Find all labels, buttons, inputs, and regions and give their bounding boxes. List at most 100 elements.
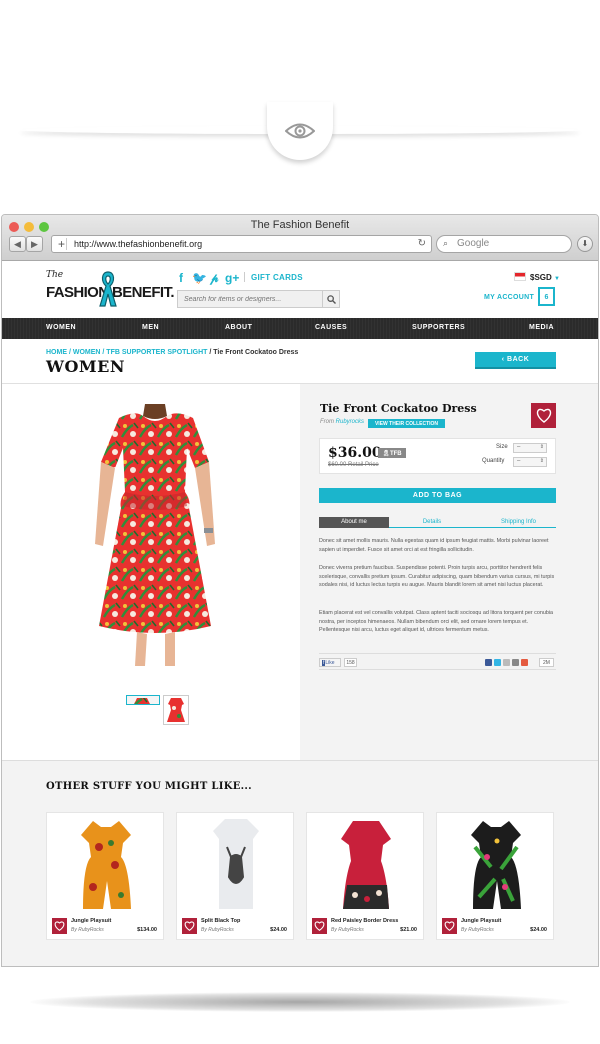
brand-logo[interactable] [531,403,556,428]
view-collection-button[interactable]: VIEW THEIR COLLECTION [368,419,445,428]
back-arrow-button[interactable]: ◀ [9,236,26,252]
related-product-card[interactable]: Jungle Playsuit By RubyRocks $24.00 [436,812,554,940]
brand-logo [182,918,197,934]
my-account-link[interactable]: MY ACCOUNT [484,294,534,301]
related-product-card[interactable]: Split Black Top By RubyRocks $24.00 [176,812,294,940]
dress-back-thumbnail-image [167,698,185,722]
heart-icon [444,921,455,931]
search-icon [326,294,336,304]
site-search [177,290,340,308]
product-brand-line: From Rubyrocks [320,419,364,425]
from-label: From [320,419,334,425]
tfb-badge: 🎗TFB [378,448,406,458]
size-select[interactable]: – ⇕ [513,443,547,453]
breadcrumb-women[interactable]: WOMEN [73,349,101,356]
browser-window: The Fashion Benefit ◀ ▶ + http://www.the… [1,214,599,967]
related-product-price: $134.00 [137,927,157,933]
breadcrumb-spotlight[interactable]: TFB SUPPORTER SPOTLIGHT [106,349,207,356]
nav-item-women[interactable]: WOMEN [46,324,76,331]
quantity-label: Quantity [482,458,505,464]
product-main-image[interactable] [85,404,225,666]
related-product-brand: By RubyRocks [201,927,234,933]
like-count: 158 [344,658,357,667]
shopping-bag-button[interactable]: 6 [538,287,555,306]
nav-item-supporters[interactable]: SUPPORTERS [412,324,465,331]
heart-icon [54,921,65,931]
forward-arrow-button[interactable]: ▶ [26,236,43,252]
heart-icon [184,921,195,931]
main-nav: WOMEN MEN ABOUT CAUSES SUPPORTERS MEDIA [2,318,598,339]
nav-item-causes[interactable]: CAUSES [315,324,347,331]
related-product-name: Jungle Playsuit [71,918,112,924]
currency-selector[interactable]: $SGD ▼ [530,273,560,282]
browser-search-placeholder: Google [457,238,490,249]
downloads-button[interactable]: ⬇ [577,236,593,252]
gift-cards-link[interactable]: GIFT CARDS [251,273,303,282]
size-value: – [517,444,521,450]
related-product-name: Red Paisley Border Dress [331,918,399,924]
tab-about-me[interactable]: About me [319,517,389,528]
twitter-share-icon[interactable] [494,659,501,666]
reload-icon[interactable]: ↻ [418,238,426,249]
breadcrumb-current: Tie Front Cockatoo Dress [213,349,299,356]
product-title: Tie Front Cockatoo Dress [320,402,477,415]
twitter-icon[interactable]: 🐦 [192,271,207,285]
breadcrumb: HOME / WOMEN / TFB SUPPORTER SPOTLIGHT /… [46,349,298,356]
product-thumbnail[interactable] [163,695,189,725]
site-logo[interactable]: FASHION BENEFIT. [46,270,175,310]
google-plus-icon[interactable]: g+ [225,271,239,285]
related-product-price: $24.00 [270,927,287,933]
quantity-select[interactable]: – ⇕ [513,457,547,467]
size-label: Size [496,444,508,450]
more-share-icon[interactable] [521,659,528,666]
like-label: Like [325,660,335,666]
url-text: http://www.thefashionbenefit.org [74,239,203,249]
site-search-button[interactable] [322,291,339,307]
facebook-share-icon[interactable] [485,659,492,666]
split-black-top-image [213,819,259,909]
browser-search-field[interactable]: ⌕ Google [436,235,572,253]
related-product-name: Jungle Playsuit [461,918,502,924]
description-paragraph: Donec sit amet mollis mauris. Nulla eges… [319,538,549,553]
page-title: WOMEN [46,357,125,376]
singapore-flag-icon [514,272,526,281]
breadcrumb-home[interactable]: HOME [46,349,67,356]
dress-thumbnail-image [134,698,150,704]
related-product-card[interactable]: Jungle Playsuit By RubyRocks $134.00 [46,812,164,940]
eye-icon [285,123,315,139]
chevron-down-icon: ▼ [554,276,560,282]
arrow-right-icon: ▶ [31,238,38,249]
back-button[interactable]: ‹ BACK [475,352,556,369]
address-bar[interactable]: + http://www.thefashionbenefit.org ↻ [51,235,432,253]
description-paragraph: Etiam placerat est vel convallis volutpa… [319,610,554,634]
description-paragraph: Donec viverra pretium faucibus. Suspendi… [319,565,555,589]
nav-item-about[interactable]: ABOUT [225,324,252,331]
related-product-brand: By RubyRocks [461,927,494,933]
tab-details[interactable]: Details [397,517,467,528]
email-share-icon[interactable] [503,659,510,666]
red-paisley-dress-image [341,821,391,909]
stepper-icon: ⇕ [539,444,544,450]
product-thumbnail[interactable] [126,695,160,705]
site-search-input[interactable] [178,291,322,307]
add-tab-icon: + [58,237,66,251]
facebook-icon[interactable]: f [179,271,183,285]
related-product-price: $24.00 [530,927,547,933]
price-box: $36.00 🎗TFB $60.00 Retail Price Size – ⇕ … [319,438,556,474]
share-bar: fLike 158 2M [319,653,556,670]
tab-shipping-info[interactable]: Shipping Info [481,517,556,528]
nav-item-media[interactable]: MEDIA [529,324,554,331]
preview-badge [267,102,333,160]
arrow-left-icon: ◀ [14,238,21,249]
quantity-value: – [517,458,521,464]
brand-link[interactable]: Rubyrocks [336,419,364,425]
nav-item-men[interactable]: MEN [142,324,159,331]
related-product-brand: By RubyRocks [71,927,104,933]
add-to-bag-button[interactable]: ADD TO BAG [319,488,556,503]
currency-label: $SGD [530,273,552,282]
related-product-brand: By RubyRocks [331,927,364,933]
pinterest-icon[interactable]: 𝓅 [210,271,219,286]
print-icon[interactable] [512,659,519,666]
related-product-card[interactable]: Red Paisley Border Dress By RubyRocks $2… [306,812,424,940]
facebook-like-button[interactable]: fLike [319,658,341,667]
